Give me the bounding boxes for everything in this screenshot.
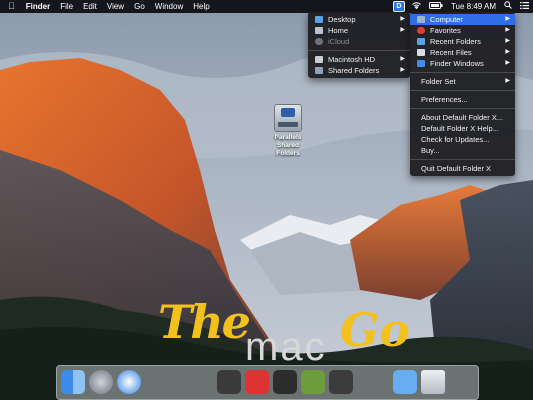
submenu-item-shared-folders[interactable]: Shared Folders ▶ <box>308 65 410 76</box>
dfx-item-label: Check for Updates... <box>421 135 490 144</box>
dfx-item-preferences[interactable]: Preferences... <box>410 94 515 105</box>
menu-separator <box>410 90 515 91</box>
menu-window[interactable]: Window <box>150 0 188 13</box>
submenu-item-home[interactable]: Home ▶ <box>308 25 410 36</box>
chevron-right-icon: ▶ <box>505 49 510 55</box>
dfx-item-label: Favorites <box>430 26 461 35</box>
shared-drive-icon <box>274 104 302 132</box>
submenu-item-desktop[interactable]: Desktop ▶ <box>308 14 410 25</box>
desktop-icon-label: Parallels Shared Folders <box>274 134 302 157</box>
trash-icon[interactable] <box>421 370 445 394</box>
computer-icon <box>417 16 425 23</box>
submenu-item-label: Desktop <box>328 15 356 24</box>
submenu-item-icloud[interactable]: iCloud <box>308 36 410 47</box>
watermark-the: The <box>158 295 251 349</box>
dfx-item-label: About Default Folder X... <box>421 113 504 122</box>
default-folder-x-icon[interactable]: D <box>392 1 405 12</box>
watermark-logo: The mac Go <box>150 295 410 395</box>
chevron-right-icon: ▶ <box>400 16 405 22</box>
safari-icon[interactable] <box>117 370 141 394</box>
menu-separator <box>308 50 410 51</box>
dfx-item-computer[interactable]: Computer ▶ <box>410 14 515 25</box>
computer-submenu: Desktop ▶ Home ▶ iCloud Macintosh HD ▶ S… <box>308 12 410 78</box>
dfx-item-label: Finder Windows <box>430 59 484 68</box>
folder-icon <box>315 16 323 23</box>
launchpad-icon[interactable] <box>89 370 113 394</box>
apple-menu-icon[interactable]:  <box>0 0 21 13</box>
menu-file[interactable]: File <box>55 0 78 13</box>
chevron-right-icon: ▶ <box>400 56 405 62</box>
dfx-item-quit[interactable]: Quit Default Folder X <box>410 163 515 174</box>
recent-files-icon <box>417 49 425 56</box>
dfx-item-label: Computer <box>430 15 463 24</box>
dfx-item-recent-folders[interactable]: Recent Folders ▶ <box>410 36 515 47</box>
dfx-item-label: Buy... <box>421 146 440 155</box>
home-icon <box>315 27 323 34</box>
finder-icon[interactable] <box>61 370 85 394</box>
dfx-item-label: Preferences... <box>421 95 468 104</box>
submenu-item-label: Macintosh HD <box>328 55 376 64</box>
list-icon[interactable] <box>516 0 533 13</box>
desktop-icon-parallels-shared-folders[interactable]: Parallels Shared Folders <box>268 104 308 158</box>
chevron-right-icon: ▶ <box>505 38 510 44</box>
dfx-item-check-updates[interactable]: Check for Updates... <box>410 134 515 145</box>
menu-view[interactable]: View <box>102 0 129 13</box>
dfx-item-folder-set[interactable]: Folder Set ▶ <box>410 76 515 87</box>
chevron-right-icon: ▶ <box>400 67 405 73</box>
dfx-item-favorites[interactable]: Favorites ▶ <box>410 25 515 36</box>
finder-icon <box>417 60 425 67</box>
chevron-right-icon: ▶ <box>400 27 405 33</box>
recent-folders-icon <box>417 38 425 45</box>
disk-icon <box>315 56 323 63</box>
menu-go[interactable]: Go <box>129 0 150 13</box>
submenu-item-label: Home <box>328 26 349 35</box>
dfx-item-label: Recent Files <box>430 48 472 57</box>
dfx-item-help[interactable]: Default Folder X Help... <box>410 123 515 134</box>
dfx-item-label: Recent Folders <box>430 37 481 46</box>
app-menu-finder[interactable]: Finder <box>21 0 55 13</box>
watermark-go: Go <box>340 303 410 357</box>
menu-edit[interactable]: Edit <box>78 0 102 13</box>
menu-separator <box>410 159 515 160</box>
dfx-item-label: Quit Default Folder X <box>421 164 492 173</box>
default-folder-x-menu: Computer ▶ Favorites ▶ Recent Folders ▶ … <box>410 12 515 176</box>
submenu-item-label: Shared Folders <box>328 66 380 75</box>
dfx-item-label: Default Folder X Help... <box>421 124 499 133</box>
watermark-mac: mac <box>245 325 327 369</box>
chevron-right-icon: ▶ <box>505 27 510 33</box>
submenu-item-label: iCloud <box>328 37 350 46</box>
chevron-right-icon: ▶ <box>505 60 510 66</box>
submenu-item-macintosh-hd[interactable]: Macintosh HD ▶ <box>308 54 410 65</box>
menu-help[interactable]: Help <box>188 0 214 13</box>
dfx-item-label: Folder Set <box>421 77 456 86</box>
shared-folder-icon <box>315 67 323 74</box>
dfx-item-recent-files[interactable]: Recent Files ▶ <box>410 47 515 58</box>
menu-separator <box>410 108 515 109</box>
dfx-item-finder-windows[interactable]: Finder Windows ▶ <box>410 58 515 69</box>
heart-icon <box>417 27 425 34</box>
chevron-right-icon: ▶ <box>505 16 510 22</box>
dfx-item-buy[interactable]: Buy... <box>410 145 515 156</box>
cloud-icon <box>315 38 323 45</box>
dfx-item-about[interactable]: About Default Folder X... <box>410 112 515 123</box>
menu-separator <box>410 72 515 73</box>
chevron-right-icon: ▶ <box>505 78 510 84</box>
